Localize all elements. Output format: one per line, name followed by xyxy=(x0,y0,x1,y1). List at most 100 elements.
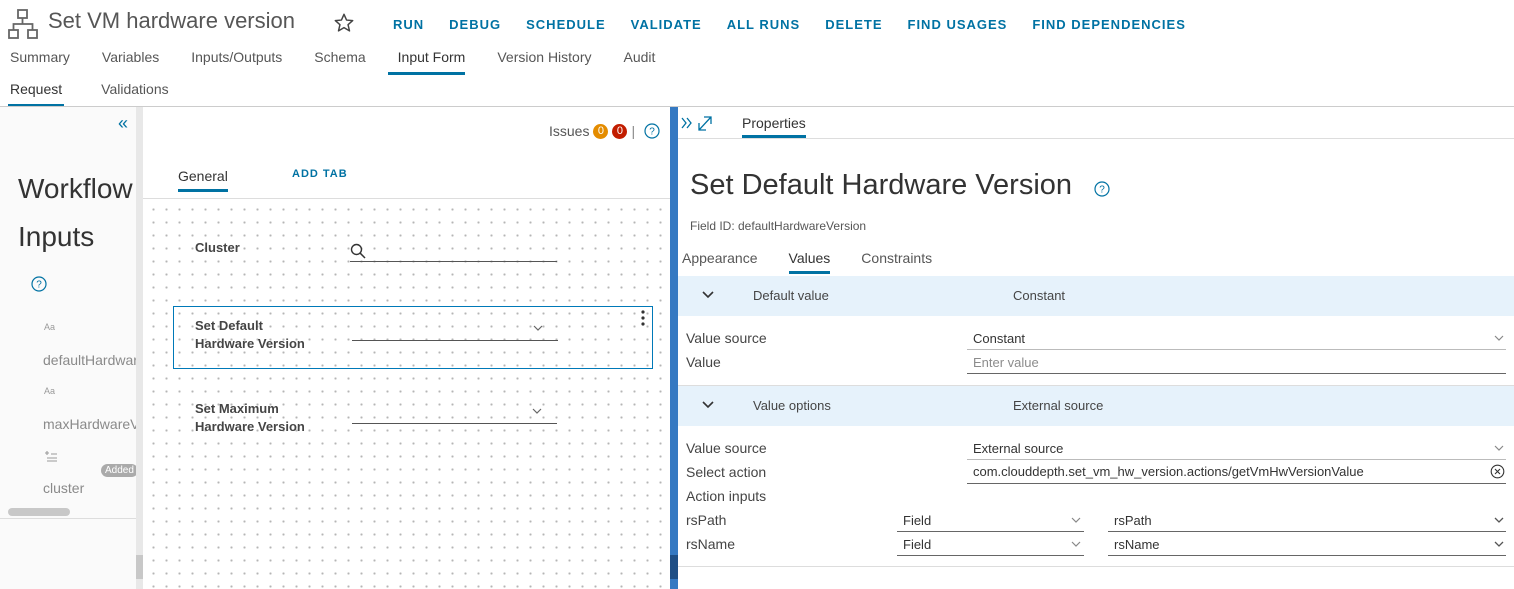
section-value: Constant xyxy=(1013,288,1066,303)
page-title: Set VM hardware version xyxy=(48,8,295,33)
value-source-select[interactable]: External source xyxy=(973,441,1063,456)
sub-tabs: Request Validations xyxy=(0,81,198,107)
tab-general[interactable]: General xyxy=(178,168,228,192)
form-canvas xyxy=(143,199,670,589)
help-icon[interactable]: ? xyxy=(31,276,47,292)
action-input-type-select[interactable]: Field xyxy=(903,537,931,552)
validate-button[interactable]: VALIDATE xyxy=(631,17,702,32)
tab-appearance[interactable]: Appearance xyxy=(682,250,758,274)
max-hw-dropdown[interactable] xyxy=(352,423,557,424)
value-label: Value xyxy=(686,354,721,370)
help-icon[interactable]: ? xyxy=(1094,181,1110,197)
divider xyxy=(678,138,1514,139)
properties-tabs: Appearance Values Constraints xyxy=(678,250,959,274)
chevron-down-icon xyxy=(702,291,714,299)
action-toolbar: RUN DEBUG SCHEDULE VALIDATE ALL RUNS DEL… xyxy=(393,17,1211,32)
chevron-down-icon xyxy=(1494,445,1504,451)
splitter-handle[interactable] xyxy=(670,555,678,579)
tab-version-history[interactable]: Version History xyxy=(487,49,591,75)
chevron-down-icon xyxy=(532,408,542,414)
chevron-down-icon xyxy=(1494,335,1504,341)
value-input-underline xyxy=(967,373,1506,374)
action-input-value-select[interactable]: rsPath xyxy=(1114,513,1152,528)
properties-title: Set Default Hardware Version xyxy=(690,169,1073,201)
field-label: Set Default Hardware Version xyxy=(195,318,305,351)
svg-text:?: ? xyxy=(1099,185,1105,196)
tab-validations[interactable]: Validations xyxy=(99,81,170,107)
list-type-icon xyxy=(45,451,57,462)
collapse-left-icon[interactable]: « xyxy=(118,113,128,134)
value-source-select[interactable]: Constant xyxy=(973,331,1025,346)
tab-constraints[interactable]: Constraints xyxy=(861,250,932,274)
chevron-down-icon xyxy=(1071,517,1081,523)
run-button[interactable]: RUN xyxy=(393,17,424,32)
action-input-name: rsPath xyxy=(686,512,727,528)
search-icon xyxy=(350,243,366,259)
tab-request[interactable]: Request xyxy=(8,81,65,107)
value-source-underline xyxy=(967,349,1506,350)
all-runs-button[interactable]: ALL RUNS xyxy=(727,17,800,32)
value-options-section-header[interactable]: Value options External source xyxy=(678,386,1514,426)
more-options-icon[interactable] xyxy=(640,310,646,326)
issues-separator: | xyxy=(631,123,636,139)
action-inputs-label: Action inputs xyxy=(686,488,767,504)
value-underline xyxy=(1108,555,1506,556)
panel-splitter[interactable] xyxy=(670,107,678,589)
errors-badge: 0 xyxy=(612,123,628,139)
tab-input-form[interactable]: Input Form xyxy=(387,49,465,75)
default-hw-dropdown[interactable] xyxy=(352,340,558,341)
section-title: Default value xyxy=(753,288,829,303)
workflow-inputs-title: Workflow Inputs xyxy=(18,173,133,252)
workflow-icon xyxy=(8,9,38,39)
section-title: Value options xyxy=(753,398,831,413)
select-action-input[interactable]: com.clouddepth.set_vm_hw_version.actions… xyxy=(973,464,1364,479)
field-id: Field ID: defaultHardwareVersion xyxy=(690,219,867,233)
type-underline xyxy=(897,555,1084,556)
star-icon[interactable] xyxy=(333,12,355,34)
tab-summary[interactable]: Summary xyxy=(0,49,70,75)
tab-inputs-outputs[interactable]: Inputs/Outputs xyxy=(181,49,282,75)
tab-properties[interactable]: Properties xyxy=(742,115,806,138)
string-type-icon: Aa xyxy=(44,322,56,332)
debug-button[interactable]: DEBUG xyxy=(449,17,501,32)
type-underline xyxy=(897,531,1084,532)
svg-text:?: ? xyxy=(649,127,655,138)
find-dependencies-button[interactable]: FIND DEPENDENCIES xyxy=(1032,17,1186,32)
schedule-button[interactable]: SCHEDULE xyxy=(526,17,606,32)
help-icon[interactable]: ? xyxy=(644,123,660,139)
main-tabs: Summary Variables Inputs/Outputs Schema … xyxy=(0,49,677,75)
action-input-type-select[interactable]: Field xyxy=(903,513,931,528)
added-badge: Added xyxy=(101,464,138,477)
cluster-input[interactable] xyxy=(350,261,557,262)
tab-variables[interactable]: Variables xyxy=(92,49,159,75)
value-underline xyxy=(1108,531,1506,532)
vertical-scrollbar[interactable] xyxy=(136,555,143,579)
divider xyxy=(0,518,136,519)
field-label: Cluster xyxy=(195,240,240,255)
tab-audit[interactable]: Audit xyxy=(614,49,656,75)
chevron-down-icon xyxy=(533,325,543,331)
value-input[interactable]: Enter value xyxy=(973,355,1039,370)
value-source-label: Value source xyxy=(686,330,767,346)
expand-panel-icons[interactable] xyxy=(680,114,714,132)
issues-indicator[interactable]: Issues 0 0 | xyxy=(549,123,635,139)
chevron-down-icon xyxy=(1494,517,1504,523)
issues-label: Issues xyxy=(549,123,590,139)
tab-schema[interactable]: Schema xyxy=(304,49,365,75)
select-action-underline xyxy=(967,483,1506,484)
default-value-section-header[interactable]: Default value Constant xyxy=(678,276,1514,316)
add-tab-button[interactable]: ADD TAB xyxy=(292,168,348,180)
horizontal-scrollbar[interactable] xyxy=(8,508,70,516)
svg-text:?: ? xyxy=(36,280,42,291)
find-usages-button[interactable]: FIND USAGES xyxy=(908,17,1008,32)
tab-values[interactable]: Values xyxy=(788,250,831,274)
warnings-badge: 0 xyxy=(593,123,609,139)
value-source-underline xyxy=(967,459,1506,460)
select-action-label: Select action xyxy=(686,464,767,480)
input-item[interactable]: cluster xyxy=(43,480,84,496)
chevron-down-icon xyxy=(702,401,714,409)
delete-button[interactable]: DELETE xyxy=(825,17,882,32)
action-input-value-select[interactable]: rsName xyxy=(1114,537,1160,552)
left-scroll-gutter xyxy=(136,107,143,589)
clear-icon[interactable] xyxy=(1490,464,1505,479)
